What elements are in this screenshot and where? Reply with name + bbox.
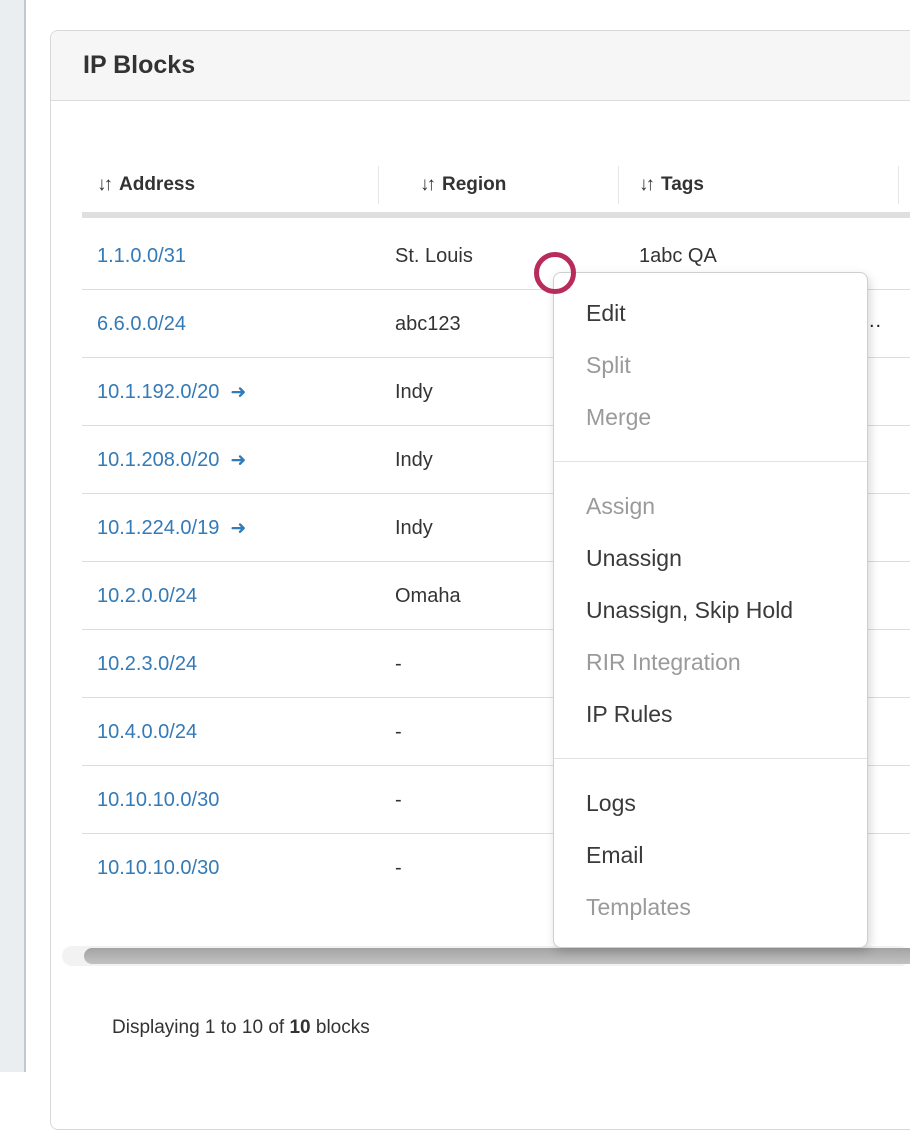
column-header-label: Tags bbox=[661, 174, 704, 195]
ip-block-address-link[interactable]: 6.6.0.0/24 bbox=[97, 290, 186, 358]
menu-divider bbox=[554, 758, 867, 759]
column-header-region[interactable]: ↓↑ Region bbox=[420, 167, 506, 203]
region-cell: Indy bbox=[395, 358, 433, 426]
menu-item-templates: Templates bbox=[554, 881, 867, 933]
region-cell: Omaha bbox=[395, 562, 461, 630]
region-cell: - bbox=[395, 698, 402, 766]
sort-icon[interactable]: ↓↑ bbox=[639, 174, 652, 195]
assigned-arrow-icon: ➜ bbox=[230, 450, 246, 471]
column-header-label: Address bbox=[119, 174, 195, 195]
click-indicator-circle bbox=[534, 252, 576, 294]
menu-item-split: Split bbox=[554, 339, 867, 391]
region-cell: Indy bbox=[395, 426, 433, 494]
panel-header: IP Blocks bbox=[51, 31, 910, 101]
column-separator bbox=[618, 166, 619, 204]
count-prefix: Displaying 1 to 10 of bbox=[112, 1017, 289, 1038]
count-total: 10 bbox=[289, 1017, 310, 1038]
ip-block-address-link[interactable]: 1.1.0.0/31 bbox=[97, 222, 186, 290]
ip-block-address-link[interactable]: 10.10.10.0/30 bbox=[97, 766, 219, 834]
ip-block-address-link[interactable]: 10.1.192.0/20➜ bbox=[97, 358, 246, 426]
ip-block-address-link[interactable]: 10.10.10.0/30 bbox=[97, 834, 219, 902]
tags-truncation-ellipsis: .. bbox=[869, 290, 882, 358]
app-left-edge bbox=[0, 0, 26, 1072]
menu-divider bbox=[554, 461, 867, 462]
region-cell: abc123 bbox=[395, 290, 461, 358]
menu-item-ip-rules[interactable]: IP Rules bbox=[554, 688, 867, 740]
count-suffix: blocks bbox=[311, 1017, 370, 1038]
sort-icon[interactable]: ↓↑ bbox=[420, 174, 433, 195]
menu-item-rir-integration: RIR Integration bbox=[554, 636, 867, 688]
assigned-arrow-icon: ➜ bbox=[230, 382, 246, 403]
menu-item-email[interactable]: Email bbox=[554, 829, 867, 881]
menu-item-logs[interactable]: Logs bbox=[554, 777, 867, 829]
menu-item-assign: Assign bbox=[554, 480, 867, 532]
ip-block-address-link[interactable]: 10.2.0.0/24 bbox=[97, 562, 197, 630]
record-count-summary: Displaying 1 to 10 of 10 blocks bbox=[112, 1013, 370, 1043]
assigned-arrow-icon: ➜ bbox=[230, 518, 246, 539]
sort-icon[interactable]: ↓↑ bbox=[97, 174, 110, 195]
column-header-label: Region bbox=[442, 174, 506, 195]
ip-block-address-link[interactable]: 10.1.208.0/20➜ bbox=[97, 426, 246, 494]
ip-block-address-link[interactable]: 10.2.3.0/24 bbox=[97, 630, 197, 698]
region-cell: St. Louis bbox=[395, 222, 473, 290]
row-context-menu: EditSplitMerge AssignUnassignUnassign, Sk… bbox=[553, 272, 868, 948]
page-title: IP Blocks bbox=[83, 51, 195, 80]
horizontal-scrollbar-thumb[interactable] bbox=[84, 948, 910, 964]
table-header-divider bbox=[82, 212, 910, 218]
region-cell: - bbox=[395, 766, 402, 834]
column-separator bbox=[898, 166, 899, 204]
column-separator bbox=[378, 166, 379, 204]
region-cell: - bbox=[395, 630, 402, 698]
menu-item-merge: Merge bbox=[554, 391, 867, 443]
region-cell: Indy bbox=[395, 494, 433, 562]
ip-block-address-link[interactable]: 10.4.0.0/24 bbox=[97, 698, 197, 766]
ip-block-address-link[interactable]: 10.1.224.0/19➜ bbox=[97, 494, 246, 562]
column-header-address[interactable]: ↓↑ Address bbox=[97, 167, 195, 203]
menu-item-unassign-skip-hold[interactable]: Unassign, Skip Hold bbox=[554, 584, 867, 636]
column-header-tags[interactable]: ↓↑ Tags bbox=[639, 167, 704, 203]
region-cell: - bbox=[395, 834, 402, 902]
menu-item-edit[interactable]: Edit bbox=[554, 287, 867, 339]
menu-item-unassign[interactable]: Unassign bbox=[554, 532, 867, 584]
